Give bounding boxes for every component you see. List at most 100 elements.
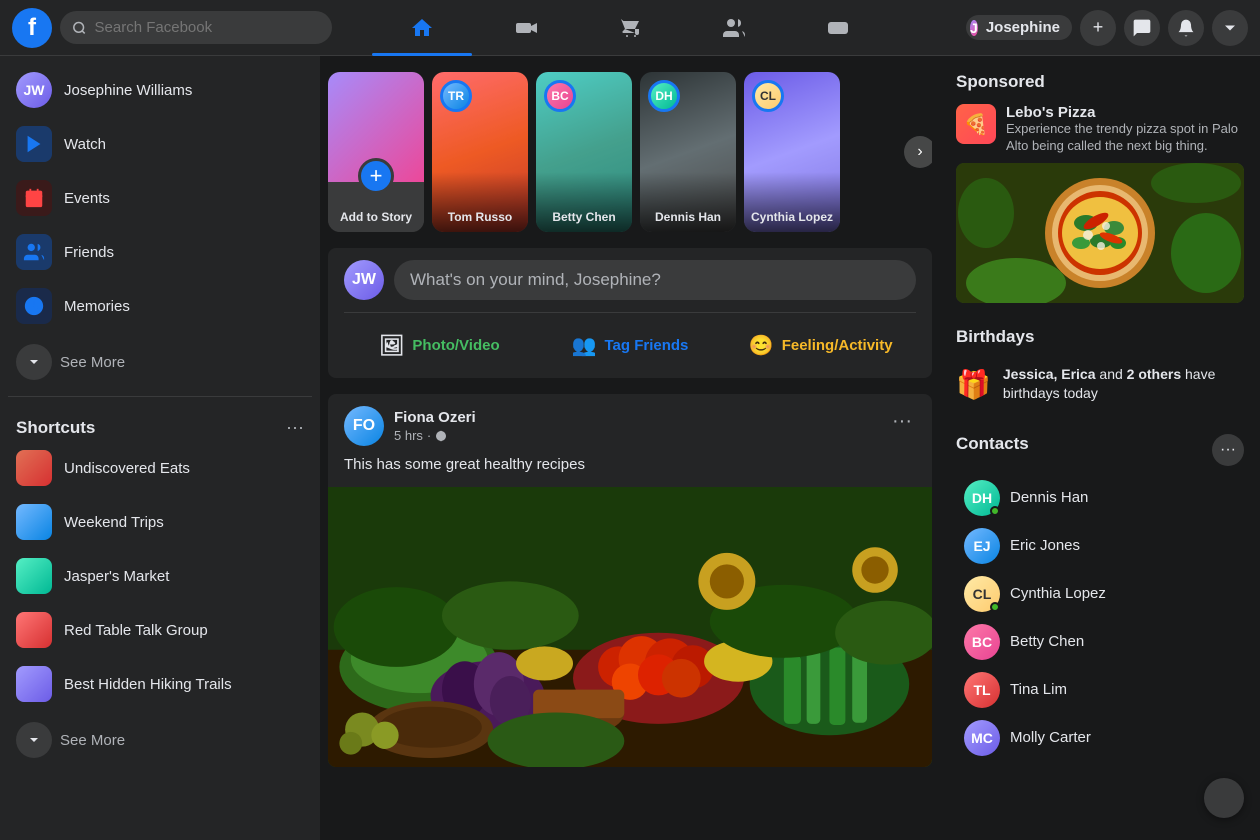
sponsored-description: Experience the trendy pizza spot in Palo… [1006,121,1244,155]
story-avatar: DH [648,80,680,112]
avatar: JW [16,72,52,108]
contact-item-molly[interactable]: MC Molly Carter [956,714,1244,762]
sidebar-item-undiscovered-eats[interactable]: Undiscovered Eats [8,442,312,494]
main-layout: JW Josephine Williams Watch Events Frien… [0,56,1260,840]
story-card-tom[interactable]: TR Tom Russo [432,72,528,232]
story-label: Add to Story [340,210,412,224]
sponsored-image [956,163,1244,303]
contact-avatar: EJ [964,528,1000,564]
sidebar-item-label: Friends [64,244,114,261]
story-card-cynthia[interactable]: CL Cynthia Lopez [744,72,840,232]
contact-avatar: MC [964,720,1000,756]
nav-home[interactable] [372,4,472,52]
groups-icon [722,16,746,40]
username-label: Josephine [986,19,1060,36]
story-avatar: BC [544,80,576,112]
sidebar-item-events[interactable]: Events [8,172,312,224]
add-story-card[interactable]: Add to Story + [328,72,424,232]
sidebar-item-friends[interactable]: Friends [8,226,312,278]
nav-watch[interactable] [476,4,576,52]
notifications-button[interactable] [1168,10,1204,46]
profile-chip[interactable]: J Josephine [966,15,1072,40]
birthday-icon: 🎁 [956,368,991,401]
pizza-image [956,163,1244,303]
friends-icon [16,234,52,270]
sidebar-item-label: Josephine Williams [64,82,192,99]
facebook-logo[interactable]: f [12,8,52,48]
photo-video-button[interactable]: 🖼 Photo/Video [344,325,535,366]
add-story-button[interactable]: + [358,158,394,194]
shortcut-icon [16,504,52,540]
messenger-button[interactable] [1124,10,1160,46]
story-card-dennis[interactable]: DH Dennis Han [640,72,736,232]
contact-avatar: BC [964,624,1000,660]
see-more-label: See More [60,354,125,371]
sidebar-item-profile[interactable]: JW Josephine Williams [8,64,312,116]
video-icon [514,16,538,40]
post-placeholder: What's on your mind, Josephine? [410,270,661,289]
post-options-button[interactable]: ··· [888,406,916,437]
post-input[interactable]: What's on your mind, Josephine? [394,260,916,300]
dot-separator: · [427,428,431,443]
contact-item-dennis[interactable]: DH Dennis Han [956,474,1244,522]
sidebar-item-red-table[interactable]: Red Table Talk Group [8,604,312,656]
post-image [328,487,932,767]
post-input-row: JW What's on your mind, Josephine? [344,260,916,300]
sidebar-item-watch[interactable]: Watch [8,118,312,170]
see-more-nav-button[interactable]: See More [8,336,312,388]
plus-icon [1214,788,1234,808]
sponsored-logo: 🍕 [956,104,996,144]
action-label: Tag Friends [605,337,689,354]
contact-item-eric[interactable]: EJ Eric Jones [956,522,1244,570]
feeling-button[interactable]: 😊 Feeling/Activity [725,325,916,366]
birthday-count: 2 others [1127,366,1181,382]
birthdays-section: Birthdays 🎁 Jessica, Erica and 2 others … [956,327,1244,410]
sponsored-item: 🍕 Lebo's Pizza Experience the trendy piz… [956,104,1244,155]
stories-next-button[interactable]: › [904,136,932,168]
shortcuts-more-button[interactable]: ··· [286,417,304,438]
sidebar-item-jaspers-market[interactable]: Jasper's Market [8,550,312,602]
sidebar-item-hiking[interactable]: Best Hidden Hiking Trails [8,658,312,710]
contacts-header: Contacts ··· [956,434,1244,466]
contacts-more-button[interactable]: ··· [1212,434,1244,466]
sidebar-item-weekend-trips[interactable]: Weekend Trips [8,496,312,548]
nav-gaming[interactable] [788,4,888,52]
tag-friends-button[interactable]: 👥 Tag Friends [535,325,726,366]
story-label: Tom Russo [432,210,528,224]
story-card-betty[interactable]: BC Betty Chen [536,72,632,232]
contact-item-tina[interactable]: TL Tina Lim [956,666,1244,714]
add-button[interactable]: + [1080,10,1116,46]
birthdays-title: Birthdays [956,327,1244,347]
contacts-title: Contacts [956,434,1029,454]
sidebar-item-memories[interactable]: Memories [8,280,312,332]
messenger-icon [1132,18,1152,38]
sidebar-item-label: Events [64,190,110,207]
stories-row: Add to Story + TR Tom Russo BC Betty Che… [328,72,932,232]
nav-groups[interactable] [684,4,784,52]
contact-item-betty[interactable]: BC Betty Chen [956,618,1244,666]
birthday-text: Jessica, Erica and 2 others have birthda… [1003,365,1244,404]
search-bar[interactable] [60,11,332,44]
nav-marketplace[interactable] [580,4,680,52]
right-sidebar: Sponsored 🍕 Lebo's Pizza Experience the … [940,56,1260,840]
contact-item-cynthia[interactable]: CL Cynthia Lopez [956,570,1244,618]
author-info: Fiona Ozeri 5 hrs · [394,409,476,443]
tag-friends-icon: 👥 [572,333,597,358]
online-indicator [990,506,1000,516]
search-input[interactable] [95,19,320,36]
see-more-shortcuts-button[interactable]: See More [8,714,312,766]
birthday-item[interactable]: 🎁 Jessica, Erica and 2 others have birth… [956,359,1244,410]
birthday-names: Jessica, Erica [1003,366,1096,382]
post-text: This has some great healthy recipes [328,454,932,487]
menu-button[interactable] [1212,10,1248,46]
sidebar-item-label: Weekend Trips [64,514,164,531]
avatar: J [970,20,978,36]
shortcut-icon [16,612,52,648]
contact-avatar: CL [964,576,1000,612]
new-chat-button[interactable] [1204,778,1244,818]
shortcut-icon [16,450,52,486]
left-sidebar: JW Josephine Williams Watch Events Frien… [0,56,320,840]
topbar-right: J Josephine + [928,10,1248,46]
contact-name: Tina Lim [1010,681,1067,698]
photo-video-icon: 🖼 [379,333,404,358]
